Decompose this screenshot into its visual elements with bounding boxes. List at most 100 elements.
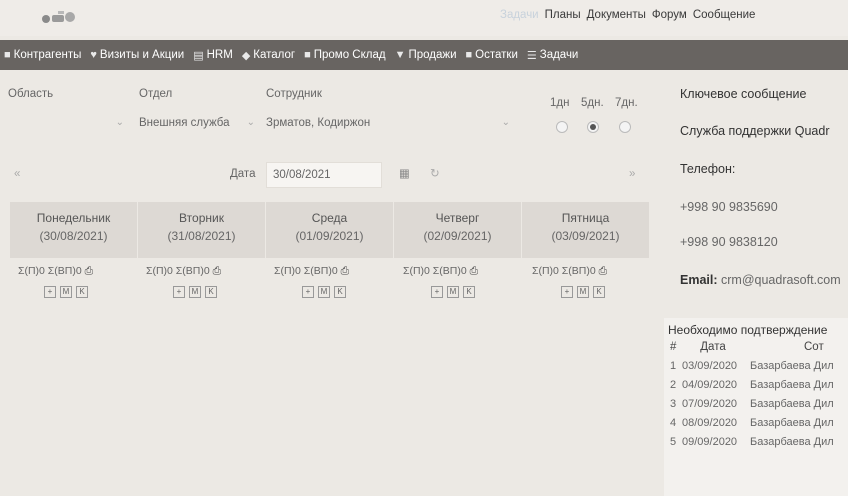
region-select[interactable]: ⌄ xyxy=(8,110,130,136)
table-row[interactable]: 5 09/09/2020 Базарбаева Дил xyxy=(664,432,848,451)
row-number: 1 xyxy=(670,359,677,372)
k-button[interactable]: K xyxy=(205,286,217,298)
table-row[interactable]: 1 03/09/2020 Базарбаева Дил xyxy=(664,356,848,375)
day-actions: + M K xyxy=(302,286,346,298)
nav-stock[interactable]: ■ Остатки xyxy=(466,49,518,61)
period-7d-label: 7дн. xyxy=(615,97,638,109)
phone-1[interactable]: +998 90 9835690 xyxy=(680,200,778,214)
next-week-icon[interactable]: » xyxy=(629,168,635,180)
email-label: Email: xyxy=(680,273,718,287)
nav-label: Промо Склад xyxy=(313,49,386,61)
add-visit-button[interactable]: + xyxy=(431,286,443,298)
confirmation-title: Необходимо подтверждение xyxy=(668,323,828,337)
table-row[interactable]: 4 08/09/2020 Базарбаева Дил xyxy=(664,413,848,432)
add-visit-button[interactable]: + xyxy=(561,286,573,298)
print-icon[interactable]: ⎙ xyxy=(470,265,478,277)
nav-visits[interactable]: ♥ Визиты и Акции xyxy=(90,49,184,61)
day-header[interactable]: Среда (01/09/2021) xyxy=(266,202,393,258)
print-icon[interactable]: ⎙ xyxy=(85,265,93,277)
k-button[interactable]: K xyxy=(334,286,346,298)
chevron-down-icon: ⌄ xyxy=(501,117,510,128)
row-date: 07/09/2020 xyxy=(682,397,738,410)
topnav-forum[interactable]: Форум xyxy=(652,9,687,21)
sum-plan: Σ(П)0 xyxy=(18,265,45,277)
day-date: (03/09/2021) xyxy=(551,229,620,243)
m-button[interactable]: M xyxy=(577,286,589,298)
k-button[interactable]: K xyxy=(593,286,605,298)
period-5d-radio[interactable] xyxy=(587,121,599,133)
add-visit-button[interactable]: + xyxy=(173,286,185,298)
nav-tasks[interactable]: ☰ Задачи xyxy=(527,49,579,62)
day-date: (31/08/2021) xyxy=(167,229,236,243)
employee-label: Сотрудник xyxy=(266,88,322,100)
topnav-messages[interactable]: Сообщение xyxy=(693,9,756,21)
day-header[interactable]: Понедельник (30/08/2021) xyxy=(10,202,137,258)
date-input[interactable]: 30/08/2021 xyxy=(266,162,382,188)
day-actions: + M K xyxy=(431,286,475,298)
period-7d-radio[interactable] xyxy=(619,121,631,133)
row-date: 08/09/2020 xyxy=(682,416,738,429)
day-header[interactable]: Четверг (02/09/2021) xyxy=(394,202,521,258)
nav-catalog[interactable]: ◆ Каталог xyxy=(242,49,295,62)
row-number: 2 xyxy=(670,378,677,391)
nav-counterparties[interactable]: ■ Контрагенты xyxy=(4,49,81,61)
sum-plan: Σ(П)0 xyxy=(532,265,559,277)
tag-icon: ◆ xyxy=(241,49,251,62)
table-row[interactable]: 2 04/09/2020 Базарбаева Дил xyxy=(664,375,848,394)
dept-select[interactable]: Внешняя служба ⌄ xyxy=(139,110,261,136)
sum-done: Σ(ВП)0 xyxy=(432,265,467,277)
phone-label: Телефон: xyxy=(680,162,736,176)
m-button[interactable]: M xyxy=(447,286,459,298)
topnav-tasks[interactable]: Задачи xyxy=(500,9,539,21)
row-date: 09/09/2020 xyxy=(682,435,738,448)
k-button[interactable]: K xyxy=(463,286,475,298)
refresh-icon[interactable]: ↻ xyxy=(430,166,440,180)
table-row[interactable]: 3 07/09/2020 Базарбаева Дил xyxy=(664,394,848,413)
day-header[interactable]: Вторник (31/08/2021) xyxy=(138,202,265,258)
day-date: (02/09/2021) xyxy=(423,229,492,243)
print-icon[interactable]: ⎙ xyxy=(341,265,349,277)
k-button[interactable]: K xyxy=(76,286,88,298)
sum-done: Σ(ВП)0 xyxy=(47,265,82,277)
nav-label: Контрагенты xyxy=(13,49,82,61)
stock-icon: ■ xyxy=(465,49,473,61)
row-date: 04/09/2020 xyxy=(682,378,738,391)
add-visit-button[interactable]: + xyxy=(302,286,314,298)
nav-promo-warehouse[interactable]: ■ Промо Склад xyxy=(304,49,386,61)
topnav-documents[interactable]: Документы xyxy=(587,9,646,21)
region-label: Область xyxy=(8,88,54,100)
sum-plan: Σ(П)0 xyxy=(146,265,173,277)
sum-done: Σ(ВП)0 xyxy=(303,265,338,277)
topnav-plans[interactable]: Планы xyxy=(545,9,581,21)
top-nav: Задачи Планы Документы Форум Сообщение xyxy=(500,9,755,21)
employee-value: Зрматов, Кодиржон xyxy=(266,117,371,129)
day-header[interactable]: Пятница (03/09/2021) xyxy=(522,202,649,258)
confirmation-panel: Необходимо подтверждение # Дата Сот 1 03/… xyxy=(664,318,848,496)
period-5d-label: 5дн. xyxy=(581,97,604,109)
m-button[interactable]: M xyxy=(189,286,201,298)
add-visit-button[interactable]: + xyxy=(44,286,56,298)
day-actions: + M K xyxy=(44,286,88,298)
prev-week-icon[interactable]: « xyxy=(14,168,20,180)
nav-sales[interactable]: ▼ Продажи xyxy=(395,49,457,61)
day-date: (01/09/2021) xyxy=(295,229,364,243)
day-summary: Σ(П)0 Σ(ВП)0 ⎙ xyxy=(403,265,478,278)
pin-icon: ♥ xyxy=(90,49,97,61)
employee-select[interactable]: Зрматов, Кодиржон ⌄ xyxy=(266,110,516,136)
day-summary: Σ(П)0 Σ(ВП)0 ⎙ xyxy=(274,265,349,278)
nav-label: HRM xyxy=(206,49,233,61)
col-number: # xyxy=(670,340,677,353)
phone-2[interactable]: +998 90 9838120 xyxy=(680,235,778,249)
email-link[interactable]: crm@quadrasoft.com xyxy=(721,273,841,287)
nav-hrm[interactable]: ▤ HRM xyxy=(193,49,233,62)
print-icon[interactable]: ⎙ xyxy=(599,265,607,277)
print-icon[interactable]: ⎙ xyxy=(213,265,221,277)
nav-label: Каталог xyxy=(253,49,296,61)
row-date: 03/09/2020 xyxy=(682,359,738,372)
m-button[interactable]: M xyxy=(60,286,72,298)
top-bar: Задачи Планы Документы Форум Сообщение xyxy=(0,0,848,36)
m-button[interactable]: M xyxy=(318,286,330,298)
box-icon: ■ xyxy=(304,49,311,61)
period-1d-radio[interactable] xyxy=(556,121,568,133)
calendar-icon[interactable]: ▦ xyxy=(399,166,410,180)
